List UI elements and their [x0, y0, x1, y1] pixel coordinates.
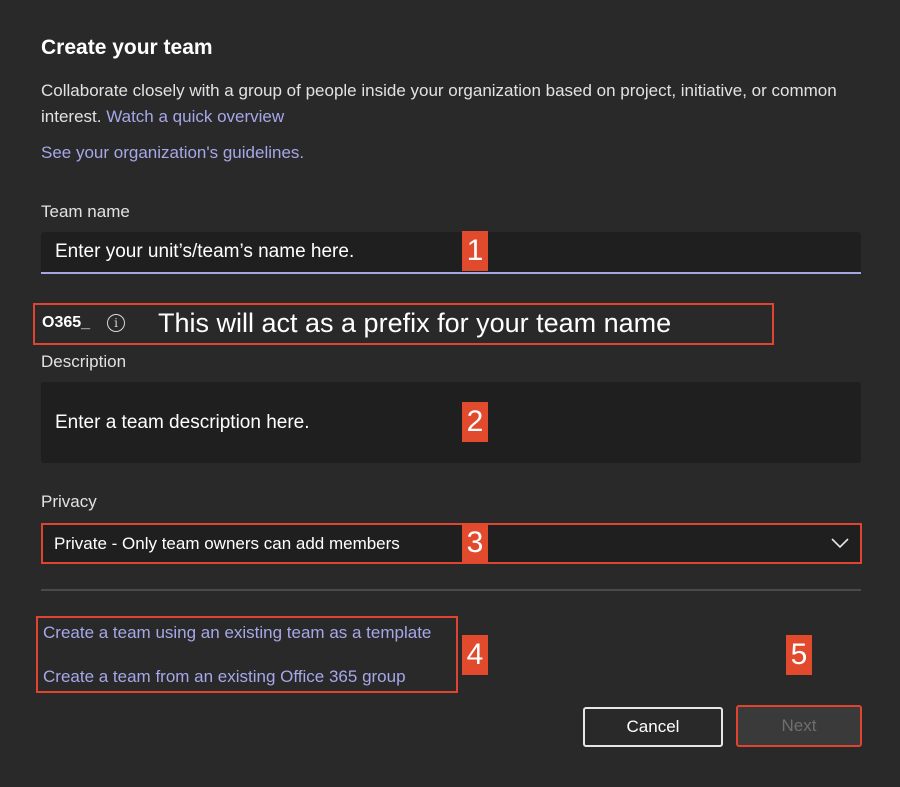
callout-badge-5: 5 [786, 635, 812, 675]
divider [41, 589, 861, 591]
dialog-intro: Collaborate closely with a group of peop… [41, 78, 841, 130]
callout-badge-1: 1 [462, 231, 488, 271]
template-team-link[interactable]: Create a team using an existing team as … [43, 623, 431, 643]
privacy-dropdown[interactable]: Private - Only team owners can add membe… [41, 523, 862, 564]
callout-badge-2: 2 [462, 402, 488, 442]
watch-overview-link[interactable]: Watch a quick overview [106, 107, 284, 126]
team-name-prefix: O365_ [42, 314, 91, 331]
guidelines-link[interactable]: See your organization's guidelines. [41, 143, 304, 163]
description-label: Description [41, 352, 127, 371]
team-name-label: Team name [41, 202, 130, 221]
team-name-input[interactable]: Enter your unit’s/team’s name here. [41, 232, 861, 274]
office365-group-link[interactable]: Create a team from an existing Office 36… [43, 667, 406, 687]
privacy-selected-value: Private - Only team owners can add membe… [54, 534, 400, 553]
prefix-note: This will act as a prefix for your team … [158, 308, 672, 338]
info-icon[interactable]: i [107, 314, 125, 332]
next-button[interactable]: Next [736, 705, 862, 747]
description-value: Enter a team description here. [55, 412, 310, 433]
prefix-callout: O365_ i This will act as a prefix for yo… [33, 303, 774, 345]
team-name-value: Enter your unit’s/team’s name here. [55, 241, 355, 262]
privacy-label: Privacy [41, 492, 97, 511]
chevron-down-icon [830, 533, 850, 558]
dialog-title: Create your team [41, 36, 213, 59]
alt-links-callout: Create a team using an existing team as … [36, 616, 458, 693]
callout-badge-3: 3 [462, 523, 488, 563]
callout-badge-4: 4 [462, 635, 488, 675]
description-input[interactable]: Enter a team description here. [41, 382, 861, 463]
cancel-button[interactable]: Cancel [583, 707, 723, 747]
